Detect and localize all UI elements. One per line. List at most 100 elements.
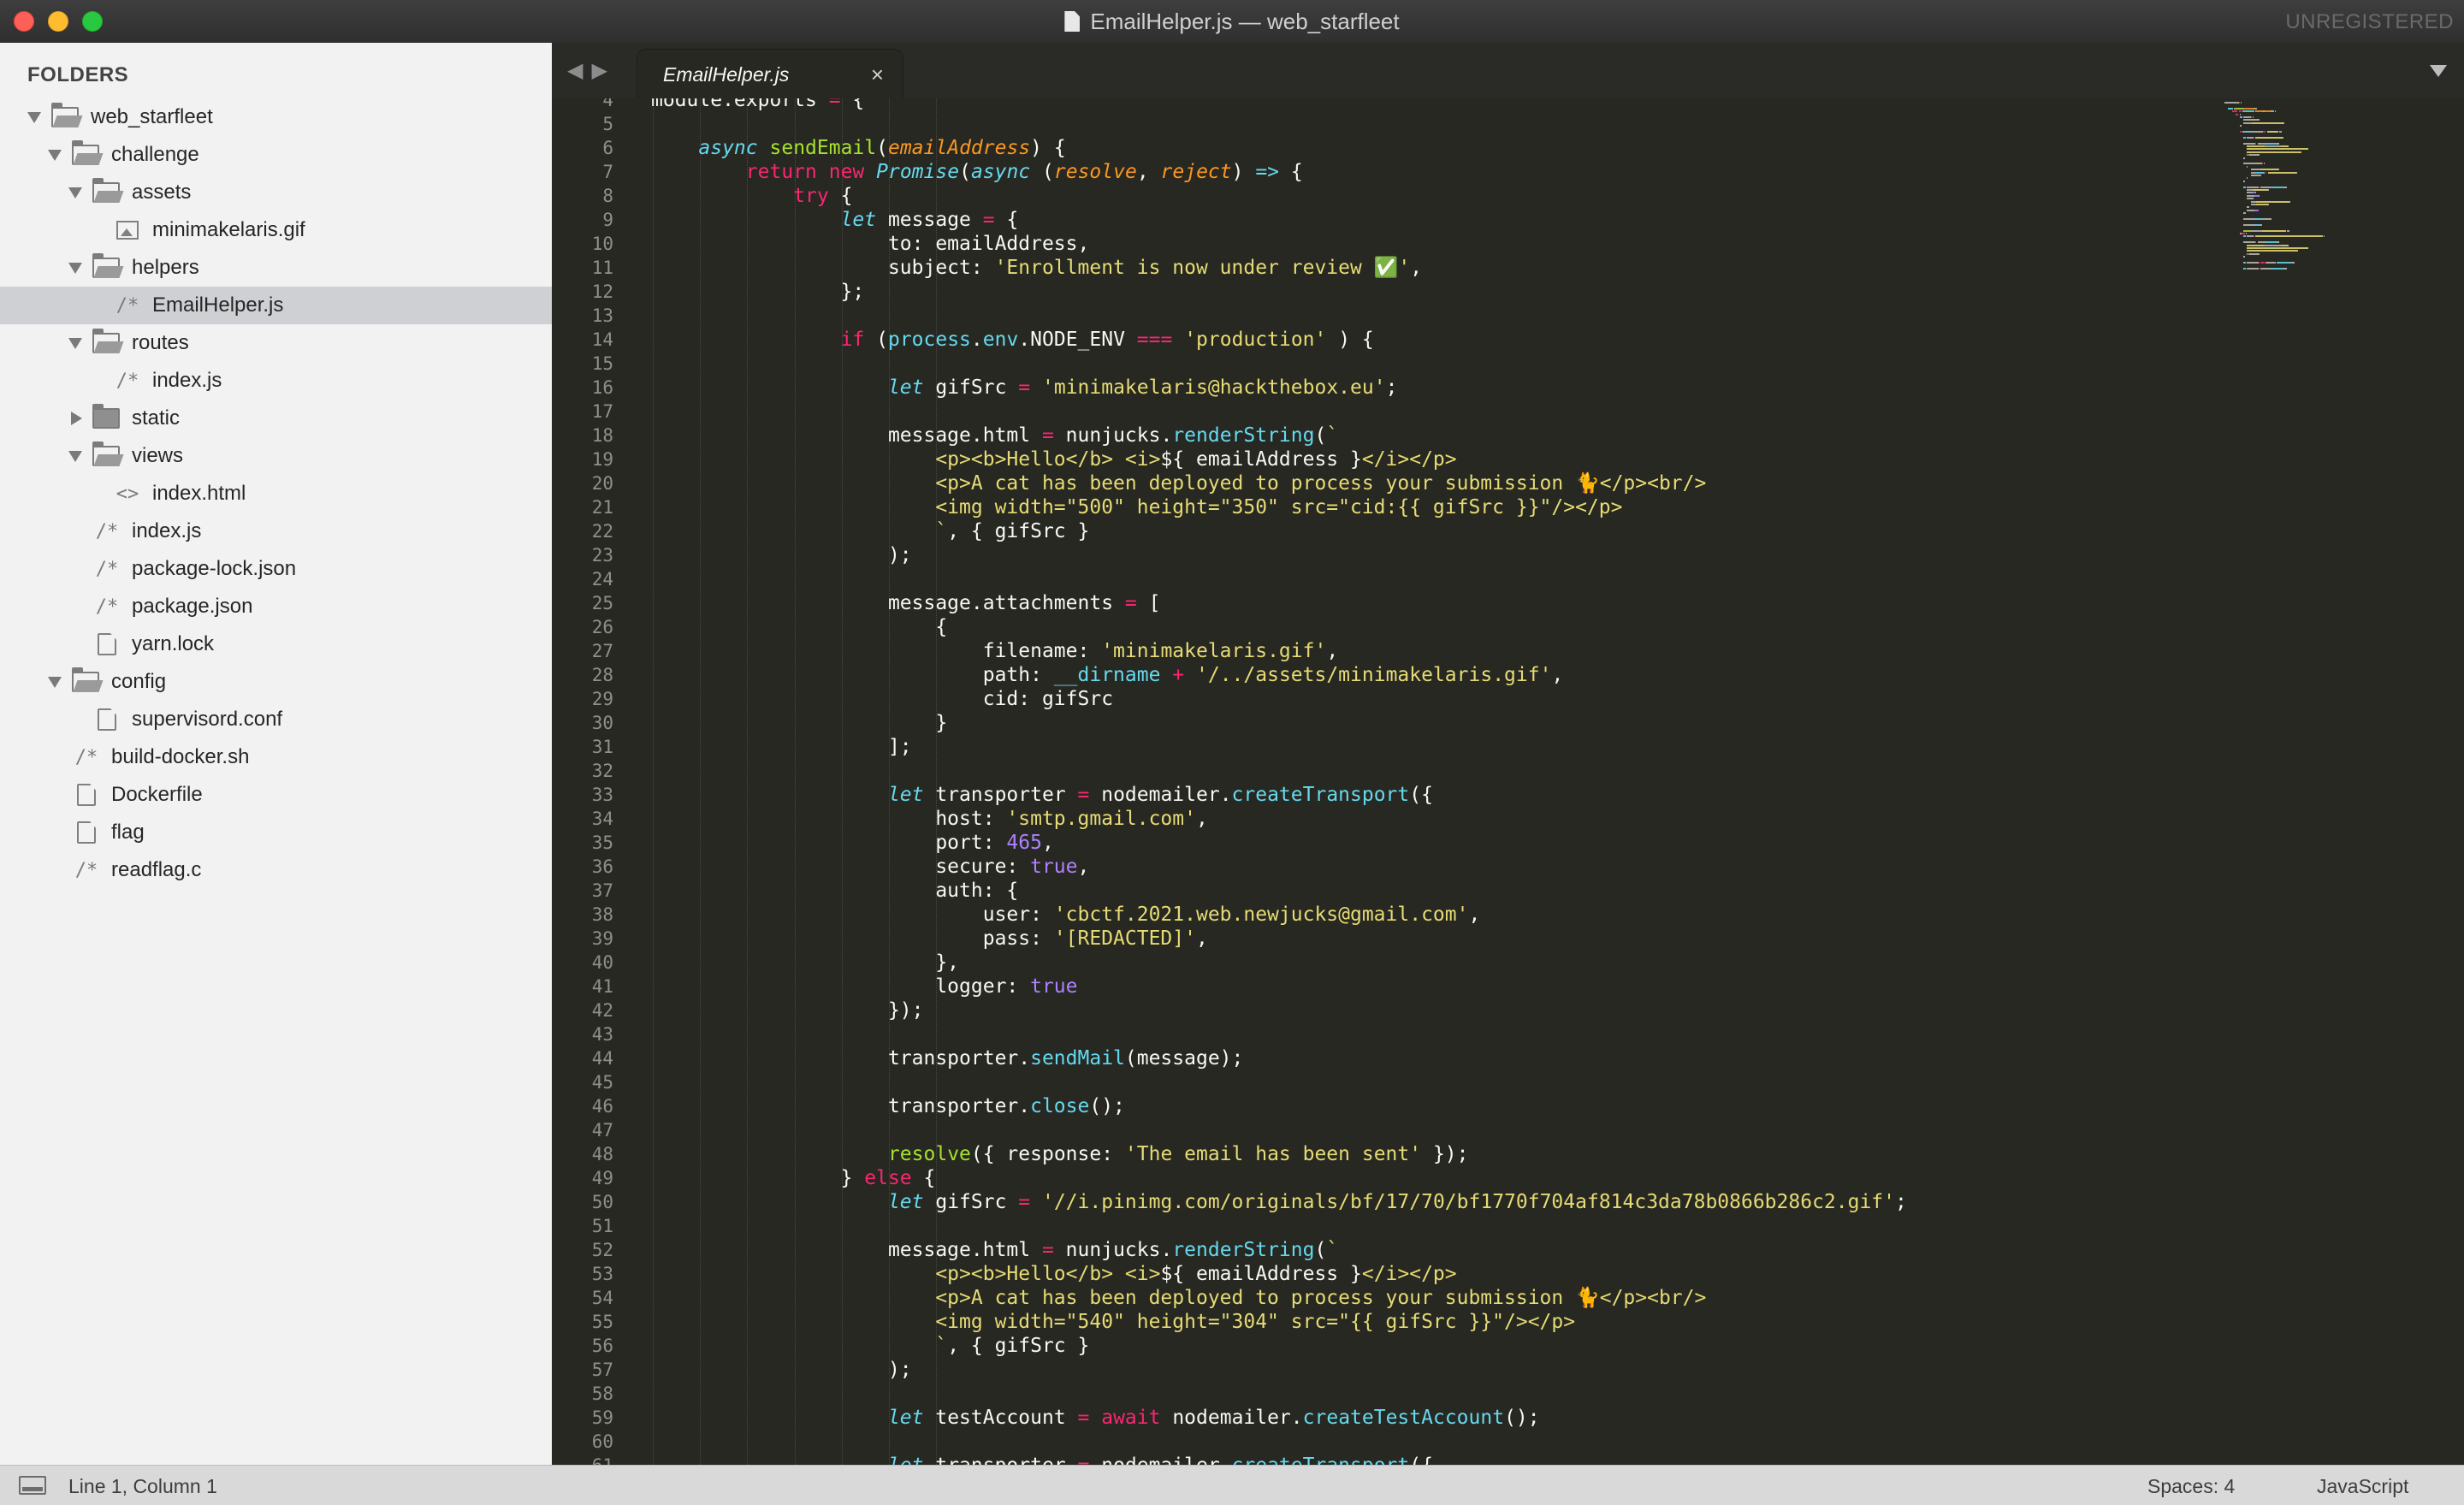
syntax-mode[interactable]: JavaScript [2317,1475,2408,1498]
code-line[interactable]: <img width="500" height="350" src="cid:{… [651,495,1622,519]
tree-item-label: flag [111,821,145,844]
code-line[interactable]: module.exports = { [651,98,864,112]
code-line[interactable]: }); [651,998,924,1022]
code-token: renderString [1172,1239,1315,1261]
code-line[interactable]: let gifSrc = '//i.pinimg.com/originals/b… [651,1190,1907,1214]
nav-back-icon[interactable]: ◀ [567,59,591,82]
indentation-setting[interactable]: Spaces: 4 [2147,1475,2235,1498]
code-line[interactable]: pass: '[REDACTED]', [651,927,1208,951]
code-line[interactable]: }, [651,951,959,975]
code-line[interactable]: filename: 'minimakelaris.gif', [651,639,1338,663]
minimap-line [2250,169,2260,171]
code-line[interactable]: try { [651,184,852,208]
file-item[interactable]: /* package.json [0,588,552,625]
file-item[interactable]: /* readflag.c [0,851,552,889]
code-line[interactable]: <p><b>Hello</b> <i>${ emailAddress }</i>… [651,447,1456,471]
tab-list-dropdown-icon[interactable] [2430,65,2447,77]
code-line[interactable]: message.html = nunjucks.renderString(` [651,1238,1338,1262]
disclosure-open-icon[interactable] [68,187,82,198]
file-item[interactable]: flag [0,814,552,851]
file-item[interactable]: <> index.html [0,475,552,513]
code-line[interactable]: let testAccount = await nodemailer.creat… [651,1406,1540,1430]
panel-toggle-icon[interactable] [19,1476,46,1495]
code-line[interactable]: message.attachments = [ [651,591,1161,615]
folder-item[interactable]: routes [0,324,552,362]
code-line[interactable]: `, { gifSrc } [651,1334,1089,1358]
code-line[interactable]: let transporter = nodemailer.createTrans… [651,1454,1433,1465]
code-line[interactable]: ); [651,543,912,567]
code-line[interactable]: return new Promise(async (resolve, rejec… [651,160,1303,184]
minimap-line [2247,262,2259,264]
folder-item[interactable]: assets [0,174,552,211]
code-line[interactable]: if (process.env.NODE_ENV === 'production… [651,328,1374,352]
folder-item[interactable]: views [0,437,552,475]
code-line[interactable]: secure: true, [651,855,1089,879]
disclosure-open-icon[interactable] [68,450,82,462]
minimap[interactable] [2224,98,2455,406]
folder-item[interactable]: challenge [0,136,552,174]
code-line[interactable]: { [651,615,947,639]
code-line[interactable]: } else { [651,1166,936,1190]
file-item[interactable]: /* package-lock.json [0,550,552,588]
code-line[interactable]: `, { gifSrc } [651,519,1089,543]
line-number: 42 [591,1000,613,1021]
file-item[interactable]: Dockerfile [0,776,552,814]
code-line[interactable]: <p><b>Hello</b> <i>${ emailAddress }</i>… [651,1262,1456,1286]
line-number: 18 [591,425,613,446]
code-line[interactable]: transporter.sendMail(message); [651,1046,1243,1070]
line-number: 4 [602,98,613,110]
code-line[interactable]: subject: 'Enrollment is now under review… [651,256,1422,280]
minimap-line [2247,136,2254,139]
code-line[interactable]: let transporter = nodemailer.createTrans… [651,783,1433,807]
disclosure-open-icon[interactable] [68,337,82,349]
tab-close-icon[interactable]: × [871,62,884,88]
nav-forward-icon[interactable]: ▶ [591,59,615,82]
code-line[interactable]: }; [651,280,865,304]
code-editor[interactable]: 4 5 6 7 8 9 10 11 12 13 14 15 16 17 18 19 20 21 22 23 24 25 26… [552,98,2464,1465]
disclosure-open-icon[interactable] [68,262,82,274]
code-line[interactable]: <p>A cat has been deployed to process yo… [651,1286,1706,1310]
file-item[interactable]: minimakelaris.gif [0,211,552,249]
file-item[interactable]: /* index.js [0,513,552,550]
code-line[interactable]: cid: gifSrc [651,687,1113,711]
file-item[interactable]: yarn.lock [0,625,552,663]
file-item[interactable]: /* build-docker.sh [0,738,552,776]
minimap-line [2243,119,2260,121]
file-item[interactable]: supervisord.conf [0,701,552,738]
disclosure-open-icon[interactable] [48,149,62,161]
code-line[interactable]: logger: true [651,975,1077,998]
code-line[interactable]: host: 'smtp.gmail.com', [651,807,1208,831]
code-token: '//i.pinimg.com/originals/bf/17/70/bf177… [1042,1191,1895,1213]
disclosure-open-icon[interactable] [48,676,62,688]
code-line[interactable]: port: 465, [651,831,1054,855]
folder-item[interactable]: config [0,663,552,701]
code-line[interactable]: let message = { [651,208,1019,232]
tree-item-label: yarn.lock [132,632,215,655]
code-line[interactable]: async sendEmail(emailAddress) { [651,136,1065,160]
code-text[interactable]: module.exports = { async sendEmail(email… [651,98,2362,1465]
minimap-line [2246,233,2248,234]
code-line[interactable]: ]; [651,735,912,759]
code-line[interactable]: transporter.close(); [651,1094,1125,1118]
file-item[interactable]: /* EmailHelper.js [0,287,552,324]
file-item[interactable]: /* index.js [0,362,552,400]
code-line[interactable]: message.html = nunjucks.renderString(` [651,424,1338,447]
code-line[interactable]: auth: { [651,879,1018,903]
code-line[interactable]: to: emailAddress, [651,232,1089,256]
disclosure-closed-icon[interactable] [71,412,82,425]
folder-item[interactable]: web_starfleet [0,98,552,136]
folder-item[interactable]: helpers [0,249,552,287]
code-line[interactable]: <img width="540" height="304" src="{{ gi… [651,1310,1575,1334]
code-line[interactable]: } [651,711,947,735]
code-line[interactable]: ); [651,1358,912,1382]
code-line[interactable]: resolve({ response: 'The email has been … [651,1142,1469,1166]
code-line[interactable]: path: __dirname + '/../assets/minimakela… [651,663,1564,687]
code-line[interactable]: let gifSrc = 'minimakelaris@hackthebox.e… [651,376,1397,400]
tab-emailhelper[interactable]: EmailHelper.js × [637,50,903,98]
code-line[interactable]: user: 'cbctf.2021.web.newjucks@gmail.com… [651,903,1481,927]
folder-item[interactable]: static [0,400,552,437]
tab-navigation[interactable]: ◀▶ [567,58,616,83]
code-line[interactable]: <p>A cat has been deployed to process yo… [651,471,1706,495]
disclosure-open-icon[interactable] [27,111,41,123]
folder-icon [72,140,99,165]
